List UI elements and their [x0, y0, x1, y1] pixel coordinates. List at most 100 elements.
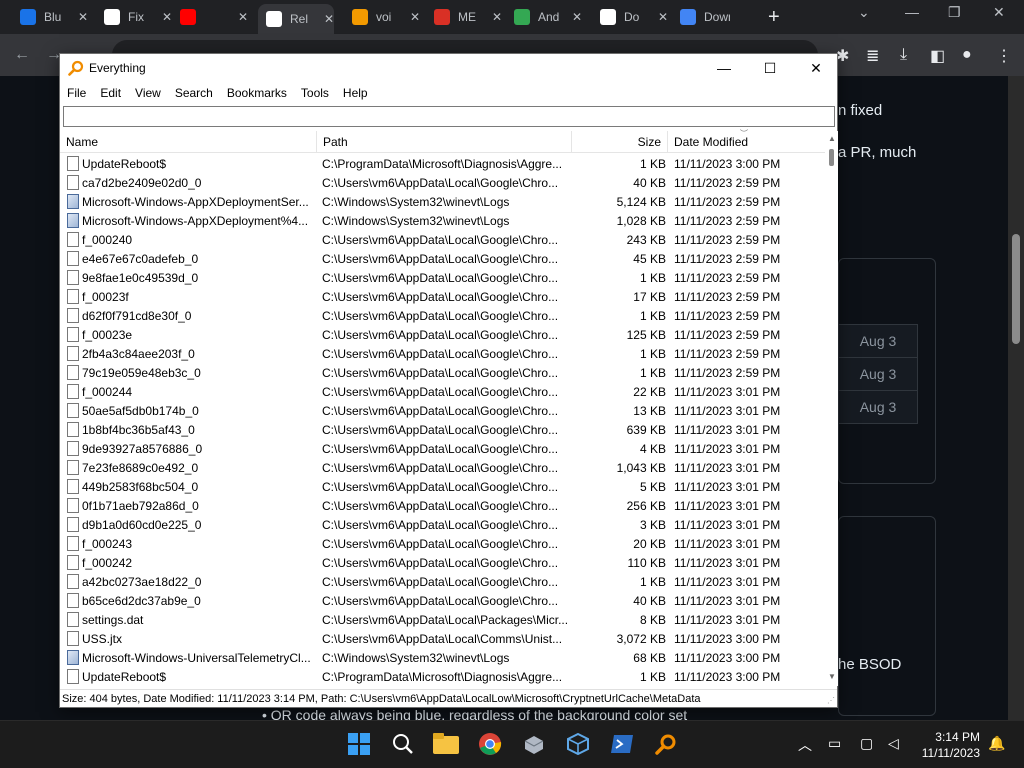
file-explorer-icon[interactable] — [433, 731, 459, 757]
page-scrollbar-thumb[interactable] — [1012, 234, 1020, 344]
scrollbar-thumb[interactable] — [829, 149, 834, 166]
result-row[interactable]: settings.dat C:\Users\vm6\AppData\Local\P… — [60, 610, 825, 629]
results-scrollbar[interactable]: ▲ ▼ — [825, 131, 838, 686]
powershell-icon[interactable] — [609, 731, 635, 757]
playlist-icon[interactable]: ≣ — [866, 46, 879, 66]
result-row[interactable]: 0f1b71aeb792a86d_0 C:\Users\vm6\AppData\L… — [60, 496, 825, 515]
search-input[interactable] — [63, 106, 835, 127]
browser-tab[interactable]: Do ✕ — [592, 4, 668, 30]
minimize-button[interactable]: — — [701, 54, 747, 82]
result-name: a42bc0273ae18d22_0 — [82, 575, 202, 589]
close-browser-button[interactable]: ✕ — [993, 4, 1005, 21]
scroll-up-icon[interactable]: ▲ — [828, 134, 836, 143]
app-icon[interactable] — [521, 731, 547, 757]
maximize-button[interactable]: ☐ — [747, 54, 793, 82]
tab-close-icon[interactable]: ✕ — [324, 12, 334, 26]
result-row[interactable]: e4e67e67c0adefeb_0 C:\Users\vm6\AppData\L… — [60, 249, 825, 268]
result-row[interactable]: b65ce6d2dc37ab9e_0 C:\Users\vm6\AppData\L… — [60, 591, 825, 610]
tab-close-icon[interactable]: ✕ — [162, 10, 172, 24]
tab-close-icon[interactable]: ✕ — [658, 10, 668, 24]
menu-help[interactable]: Help — [336, 82, 375, 104]
profile-icon[interactable]: ● — [962, 46, 972, 64]
browser-tab[interactable]: ME ✕ — [426, 4, 502, 30]
result-row[interactable]: 9de93927a8576886_0 C:\Users\vm6\AppData\L… — [60, 439, 825, 458]
column-size-header[interactable]: Size — [572, 131, 668, 153]
result-row[interactable]: d9b1a0d60cd0e225_0 C:\Users\vm6\AppData\L… — [60, 515, 825, 534]
result-size: 1 KB — [639, 366, 666, 380]
menu-bookmarks[interactable]: Bookmarks — [220, 82, 294, 104]
result-row[interactable]: 2fb4a3c84aee203f_0 C:\Users\vm6\AppData\L… — [60, 344, 825, 363]
browser-tab[interactable]: Fix ✕ — [96, 4, 172, 30]
result-row[interactable]: d62f0f791cd8e30f_0 C:\Users\vm6\AppData\L… — [60, 306, 825, 325]
page-scrollbar[interactable] — [1008, 76, 1024, 720]
title-bar[interactable]: Everything — ☐ ✕ — [60, 54, 837, 82]
result-row[interactable]: f_00023f C:\Users\vm6\AppData\Local\Googl… — [60, 287, 825, 306]
browser-tab[interactable]: And ✕ — [506, 4, 582, 30]
browser-tab[interactable]: Blu ✕ — [12, 4, 88, 30]
clock[interactable]: 3:14 PM 11/11/2023 — [918, 729, 980, 761]
menu-search[interactable]: Search — [168, 82, 220, 104]
result-row[interactable]: f_00023e C:\Users\vm6\AppData\Local\Googl… — [60, 325, 825, 344]
menu-view[interactable]: View — [128, 82, 168, 104]
result-name: f_000244 — [82, 385, 133, 399]
menu-tools[interactable]: Tools — [294, 82, 336, 104]
display-icon[interactable]: ▢ — [860, 735, 873, 752]
browser-tab[interactable]: ✕ — [172, 4, 248, 30]
tab-close-icon[interactable]: ✕ — [572, 10, 582, 24]
result-row[interactable]: f_000243 C:\Users\vm6\AppData\Local\Googl… — [60, 534, 825, 553]
result-name: Microsoft-Windows-UniversalTelemetryCl..… — [82, 651, 311, 665]
sidepanel-icon[interactable]: ◧ — [930, 46, 945, 66]
menu-icon[interactable]: ⋮ — [996, 46, 1012, 66]
result-row[interactable]: Microsoft-Windows-AppXDeploymentSer... C:… — [60, 192, 825, 211]
menu-edit[interactable]: Edit — [93, 82, 128, 104]
file-icon — [67, 289, 79, 304]
tab-close-icon[interactable]: ✕ — [410, 10, 420, 24]
result-row[interactable]: 50ae5af5db0b174b_0 C:\Users\vm6\AppData\L… — [60, 401, 825, 420]
tab-close-icon[interactable]: ✕ — [78, 10, 88, 24]
new-tab-button[interactable]: + — [768, 6, 780, 29]
result-row[interactable]: 449b2583f68bc504_0 C:\Users\vm6\AppData\L… — [60, 477, 825, 496]
tab-search-icon[interactable]: ⌄ — [858, 4, 870, 21]
close-button[interactable]: ✕ — [793, 54, 839, 82]
browser-tab[interactable]: Rel ✕ — [258, 4, 335, 34]
result-row[interactable]: Microsoft-Windows-AppXDeployment%4... C:\… — [60, 211, 825, 230]
chrome-icon[interactable] — [477, 731, 503, 757]
result-row[interactable]: USS.jtx C:\Users\vm6\AppData\Local\Comms\… — [60, 629, 825, 648]
result-row[interactable]: ca7d2be2409e02d0_0 C:\Users\vm6\AppData\L… — [60, 173, 825, 192]
volume-icon[interactable]: ◁ — [888, 735, 899, 752]
result-row[interactable]: 1b8bf4bc36b5af43_0 C:\Users\vm6\AppData\L… — [60, 420, 825, 439]
download-icon[interactable]: ⤓ — [900, 46, 907, 64]
result-row[interactable]: 7e23fe8689c0e492_0 C:\Users\vm6\AppData\L… — [60, 458, 825, 477]
result-row[interactable]: UpdateReboot$ C:\ProgramData\Microsoft\Di… — [60, 154, 825, 173]
restore-browser-button[interactable]: ❐ — [948, 4, 961, 21]
tab-title: And — [538, 10, 560, 24]
notification-bell-icon[interactable]: 🔔 — [988, 735, 1005, 752]
result-row[interactable]: Microsoft-Windows-UniversalTelemetryCl..… — [60, 648, 825, 667]
tray-chevron-icon[interactable]: ︿ — [798, 735, 812, 755]
back-icon[interactable]: ← — [14, 46, 30, 64]
result-row[interactable]: UpdateReboot$ C:\ProgramData\Microsoft\Di… — [60, 667, 825, 686]
minimize-browser-button[interactable]: — — [905, 4, 919, 20]
menu-file[interactable]: File — [60, 82, 93, 104]
tab-close-icon[interactable]: ✕ — [238, 10, 248, 24]
result-row[interactable]: f_000242 C:\Users\vm6\AppData\Local\Googl… — [60, 553, 825, 572]
column-name-header[interactable]: Name — [60, 131, 317, 153]
browser-tab[interactable]: Downlo — [672, 4, 730, 30]
resize-grip-icon[interactable]: ⋰ — [827, 696, 835, 705]
network-icon[interactable]: ▭ — [828, 735, 841, 752]
tab-close-icon[interactable]: ✕ — [492, 10, 502, 24]
result-row[interactable]: f_000244 C:\Users\vm6\AppData\Local\Googl… — [60, 382, 825, 401]
result-row[interactable]: 79c19e059e48eb3c_0 C:\Users\vm6\AppData\L… — [60, 363, 825, 382]
scroll-down-icon[interactable]: ▼ — [828, 672, 836, 681]
everything-taskbar-icon[interactable] — [653, 731, 679, 757]
result-row[interactable]: 9e8fae1e0c49539d_0 C:\Users\vm6\AppData\L… — [60, 268, 825, 287]
result-date: 11/11/2023 3:01 PM — [674, 537, 781, 551]
result-row[interactable]: f_000240 C:\Users\vm6\AppData\Local\Googl… — [60, 230, 825, 249]
column-path-header[interactable]: Path — [317, 131, 572, 153]
result-row[interactable]: a42bc0273ae18d22_0 C:\Users\vm6\AppData\L… — [60, 572, 825, 591]
result-size: 5,124 KB — [616, 195, 666, 209]
browser-tab[interactable]: voi ✕ — [344, 4, 420, 30]
virtualbox-icon[interactable] — [565, 731, 591, 757]
start-icon[interactable] — [346, 731, 372, 757]
search-taskbar-icon[interactable] — [390, 731, 416, 757]
